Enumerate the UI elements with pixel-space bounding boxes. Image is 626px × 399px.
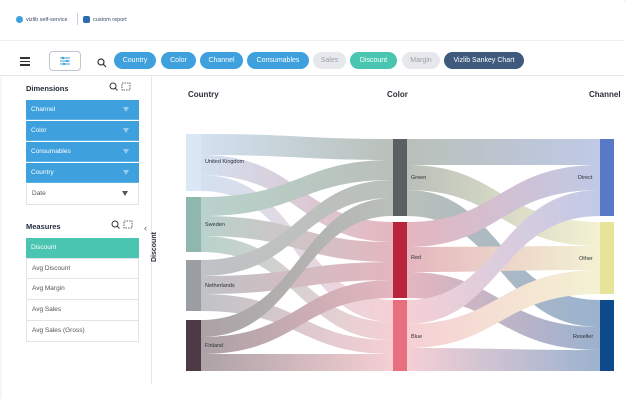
measure-avg-sales[interactable]: Avg Sales	[26, 300, 139, 321]
label-other: Other	[579, 256, 593, 262]
label-finland: Finland	[205, 343, 224, 349]
dimensions-search-icon[interactable]	[109, 82, 133, 94]
dimension-date[interactable]: Date	[26, 184, 139, 205]
pill-channel[interactable]: Channel	[200, 52, 243, 69]
label-blue: Blue	[411, 334, 423, 340]
filter-icon[interactable]	[123, 107, 129, 112]
app-icon	[16, 16, 23, 23]
dimension-consumables[interactable]: Consumables	[26, 142, 139, 162]
label-direct: Direct	[578, 175, 593, 181]
measures-search-icon[interactable]	[111, 220, 135, 232]
sliders-icon	[60, 56, 70, 66]
filter-icon[interactable]	[123, 128, 129, 133]
column-header-channel: Channel	[589, 90, 621, 99]
collapse-panel-icon[interactable]: ‹	[144, 223, 147, 233]
pill-consumables[interactable]: Consumables	[247, 52, 309, 69]
pill-sales[interactable]: Sales	[313, 52, 346, 69]
filter-toggle-button[interactable]	[49, 51, 81, 71]
filter-icon[interactable]	[123, 170, 129, 175]
pill-margin[interactable]: Margin	[402, 52, 440, 69]
measure-avg-sales-gross[interactable]: Avg Sales (Gross)	[26, 321, 139, 342]
label-netherlands: Netherlands	[205, 283, 235, 289]
measure-avg-margin[interactable]: Avg Margin	[26, 279, 139, 300]
pill-color[interactable]: Color	[161, 52, 196, 69]
dimension-color[interactable]: Color	[26, 121, 139, 141]
breadcrumb-page-label: custom report	[93, 16, 127, 23]
dimensions-title: Dimensions	[26, 84, 69, 93]
measure-avg-discount[interactable]: Avg Discount	[26, 258, 139, 279]
label-reseller: Reseller	[573, 334, 594, 340]
search-icon[interactable]	[97, 55, 107, 73]
dimension-country[interactable]: Country	[26, 163, 139, 183]
report-icon	[83, 16, 90, 23]
filter-icon[interactable]	[122, 191, 128, 196]
label-sweden: Sweden	[205, 222, 225, 228]
pill-country[interactable]: Country	[114, 52, 156, 69]
measure-discount[interactable]: Discount	[26, 238, 139, 258]
filter-icon[interactable]	[123, 149, 129, 154]
measures-title: Measures	[26, 222, 61, 231]
breadcrumb-separator	[77, 13, 78, 25]
column-header-country: Country	[188, 90, 219, 99]
breadcrumb-app-label: vizlib self-service	[26, 16, 68, 23]
pill-discount[interactable]: Discount	[350, 52, 397, 69]
breadcrumb-page[interactable]: custom report	[83, 16, 127, 23]
toolbar	[0, 41, 624, 76]
dimension-channel[interactable]: Channel	[26, 100, 139, 120]
pill-vizlib-sankey-chart[interactable]: Vizlib Sankey Chart	[444, 52, 524, 69]
breadcrumb-app[interactable]: vizlib self-service	[16, 16, 68, 23]
label-green: Green	[411, 175, 427, 181]
label-united-kingdom: United Kingdom	[205, 159, 245, 165]
sankey-chart-area	[153, 76, 626, 384]
measure-axis-label: Discount	[151, 232, 158, 262]
menu-icon[interactable]	[20, 57, 30, 68]
column-header-color: Color	[387, 90, 408, 99]
label-red: Red	[411, 255, 422, 261]
